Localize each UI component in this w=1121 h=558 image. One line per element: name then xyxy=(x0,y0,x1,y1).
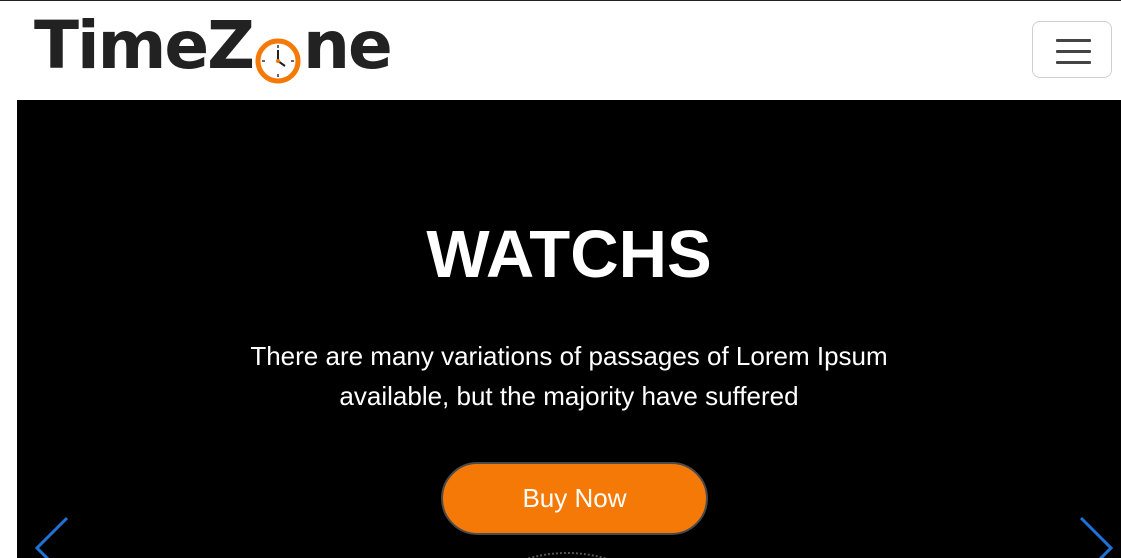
buy-now-button[interactable]: Buy Now xyxy=(441,462,708,535)
navbar-toggle-button[interactable] xyxy=(1032,21,1112,78)
brand-name-end: ne xyxy=(303,7,393,84)
page: TimeZ ne WATCHS There are many variation… xyxy=(0,0,1121,558)
clock-icon xyxy=(255,29,301,84)
site-header: TimeZ ne xyxy=(0,1,1121,100)
chevron-left-icon[interactable] xyxy=(31,512,75,558)
hero-description: There are many variations of passages of… xyxy=(250,341,888,411)
watch-image xyxy=(526,552,608,558)
chevron-right-icon[interactable] xyxy=(1075,512,1119,558)
hero-banner: WATCHS There are many variations of pass… xyxy=(17,100,1121,558)
brand-name-start: TimeZ xyxy=(34,7,255,84)
brand-logo[interactable]: TimeZ ne xyxy=(34,7,393,84)
hero-title: WATCHS xyxy=(426,217,712,292)
